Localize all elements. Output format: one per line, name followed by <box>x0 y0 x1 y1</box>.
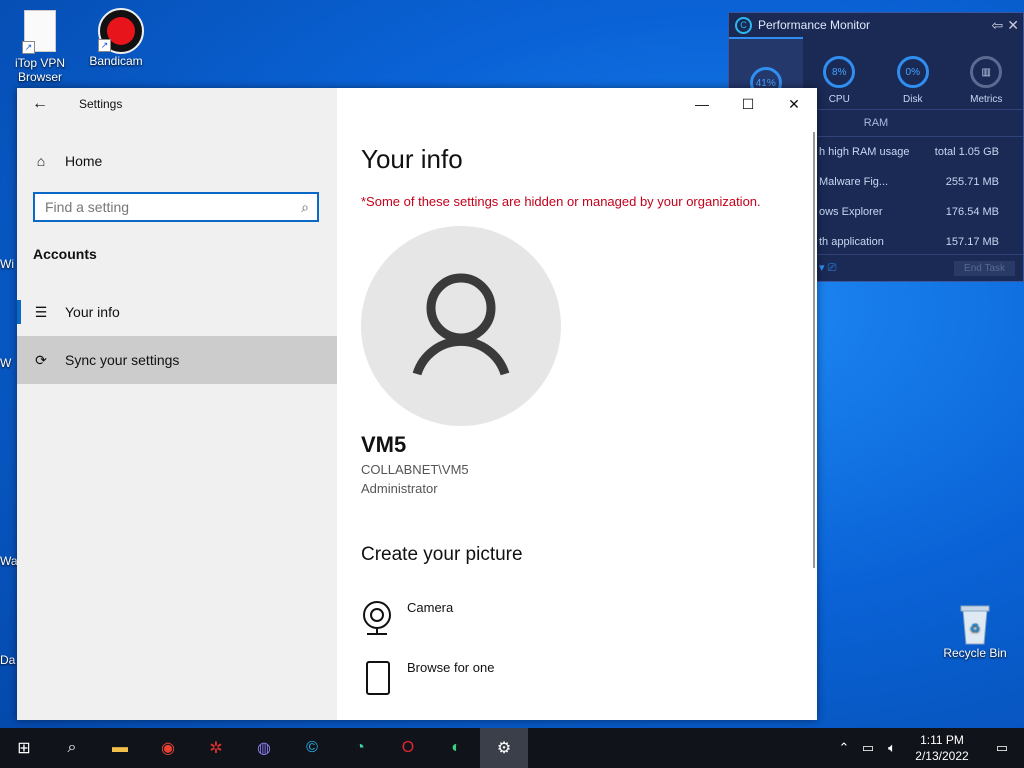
tab-metrics[interactable]: ▥ Metrics <box>950 37 1024 109</box>
maximize-icon: ☐ <box>741 95 755 112</box>
bandicam-icon: ↗ <box>98 8 144 54</box>
scrollbar[interactable] <box>813 132 815 568</box>
camera-icon[interactable]: ▾ ⎚ <box>819 261 836 275</box>
desktop-edge-label: Wi <box>0 257 14 271</box>
desktop-edge-label: Da <box>0 653 16 667</box>
desktop-icon-label: Recycle Bin <box>943 646 1007 660</box>
start-button[interactable]: ⊞ <box>0 728 48 768</box>
option-label: Camera <box>407 600 454 615</box>
search-button[interactable]: ⌕ <box>48 728 96 768</box>
metrics-icon: ▥ <box>970 56 1003 88</box>
taskbar-itop-vpn[interactable]: ◔ <box>336 728 384 768</box>
search-box[interactable]: ⌕ <box>33 192 319 222</box>
clock[interactable]: 1:11 PM 2/13/2022 <box>904 732 980 764</box>
user-silhouette-icon <box>412 273 510 376</box>
taskbar-opera[interactable]: O <box>384 728 432 768</box>
back-arrow-icon: ← <box>32 95 48 112</box>
close-icon[interactable]: ✕ <box>1007 17 1019 34</box>
settings-sidebar: ← Settings ⌂ Home ⌕ Accounts ☰ Your info… <box>17 88 337 720</box>
section-heading: Accounts <box>33 246 97 262</box>
search-icon: ⌕ <box>301 198 309 215</box>
chevron-up-icon[interactable]: ⌃ <box>832 740 856 756</box>
tab-disk[interactable]: 0% Disk <box>876 37 950 109</box>
perf-logo-icon: C <box>735 16 752 34</box>
edge-icon: ◐ <box>451 739 461 756</box>
page-title: Your info <box>361 144 463 174</box>
file-icon <box>361 660 407 699</box>
opera-icon: O <box>401 739 415 756</box>
cpu-ring: 8% <box>823 56 856 88</box>
person-card-icon: ☰ <box>34 303 48 320</box>
home-label: Home <box>65 153 103 169</box>
avatar <box>361 226 561 426</box>
desktop-icon-label: Bandicam <box>89 54 143 68</box>
notification-icon[interactable]: ▭ <box>980 740 1024 756</box>
gear-icon: ⚙ <box>496 740 512 757</box>
home-nav[interactable]: ⌂ Home <box>17 144 337 178</box>
account-id: COLLABNET\VM5 <box>361 462 469 477</box>
desktop-icon-label: iTop VPN Browser <box>14 56 66 84</box>
taskbar-file-explorer[interactable]: ▬ <box>96 728 144 768</box>
search-icon: ⌕ <box>67 739 77 756</box>
minimize-icon: — <box>695 96 709 112</box>
policy-warning: *Some of these settings are hidden or ma… <box>361 194 761 209</box>
close-icon: ✕ <box>788 95 800 112</box>
sidebar-item-sync-settings[interactable]: ⟳ Sync your settings <box>17 336 337 384</box>
desktop-edge-label: W <box>0 356 12 370</box>
desktop-icon-recycle-bin[interactable]: ♻ Recycle Bin <box>937 602 1013 660</box>
back-button[interactable]: ← <box>17 88 63 120</box>
sidebar-item-label: Your info <box>65 304 120 320</box>
perf-title-bar[interactable]: C Performance Monitor <box>729 13 1023 37</box>
svg-text:♻: ♻ <box>970 621 981 635</box>
app-globe-icon: ◍ <box>257 740 271 757</box>
clock-date: 2/13/2022 <box>915 749 969 763</box>
taskbar-app-purple[interactable]: ◍ <box>240 728 288 768</box>
account-role: Administrator <box>361 481 438 496</box>
taskbar-chrome[interactable]: ◉ <box>144 728 192 768</box>
taskbar-malware-fighter[interactable]: ✲ <box>192 728 240 768</box>
sidebar-item-label: Sync your settings <box>65 352 180 368</box>
settings-window[interactable]: ← Settings ⌂ Home ⌕ Accounts ☰ Your info… <box>17 88 817 720</box>
option-label: Browse for one <box>407 660 495 675</box>
chrome-icon: ◉ <box>161 740 175 757</box>
browse-option[interactable]: Browse for one <box>361 660 661 704</box>
end-task-button[interactable]: End Task <box>954 260 1015 276</box>
shield-gear-icon: ✲ <box>209 740 223 757</box>
ccleaner-icon: © <box>306 739 318 756</box>
windows-icon: ⊞ <box>17 740 31 757</box>
taskbar-ccleaner[interactable]: © <box>288 728 336 768</box>
settings-content: — ☐ ✕ Your info *Some of these settings … <box>337 88 817 720</box>
taskbar-settings[interactable]: ⚙ <box>480 728 528 768</box>
clock-time: 1:11 PM <box>920 733 964 747</box>
close-button[interactable]: ✕ <box>771 88 817 120</box>
volume-icon[interactable]: 🔈︎ <box>880 740 904 756</box>
taskbar: ⊞ ⌕ ▬ ◉ ✲ ◍ © ◔ O ◐ ⚙ ⌃ ▭ 🔈︎ 1:11 PM 2/1… <box>0 728 1024 768</box>
recycle-bin-icon: ♻ <box>957 602 993 646</box>
user-name: VM5 <box>361 432 407 457</box>
file-icon: ↗ <box>22 10 58 54</box>
window-title: Settings <box>79 97 123 111</box>
vpn-icon: ◔ <box>355 739 365 756</box>
search-input[interactable] <box>43 198 293 216</box>
desktop-edge-label: Wa <box>0 554 18 568</box>
camera-icon <box>361 600 407 639</box>
camera-option[interactable]: Camera <box>361 600 661 644</box>
desktop-icon-bandicam[interactable]: ↗ Bandicam <box>78 8 154 68</box>
folder-icon: ▬ <box>112 739 128 756</box>
sidebar-item-your-info[interactable]: ☰ Your info <box>17 288 337 336</box>
perf-title: Performance Monitor <box>758 18 871 32</box>
disk-ring: 0% <box>896 56 929 88</box>
home-icon: ⌂ <box>36 153 46 169</box>
desktop-icon-itop-vpn[interactable]: ↗ iTop VPN Browser <box>2 8 78 84</box>
maximize-button[interactable]: ☐ <box>725 88 771 120</box>
minimize-button[interactable]: — <box>679 88 725 120</box>
collapse-icon[interactable]: ⇦ <box>992 17 1004 34</box>
network-icon[interactable]: ▭ <box>856 740 880 756</box>
create-picture-heading: Create your picture <box>361 544 523 565</box>
taskbar-edge[interactable]: ◐ <box>432 728 480 768</box>
sync-icon: ⟳ <box>35 351 47 368</box>
